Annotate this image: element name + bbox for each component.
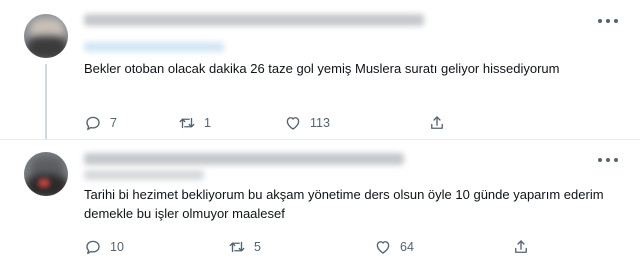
retweet-button[interactable]: 5 xyxy=(228,237,261,257)
reply-icon xyxy=(86,116,100,131)
tweet-actions: 7 1 113 xyxy=(84,113,534,133)
tweet-actions: 10 5 64 xyxy=(84,237,534,257)
heart-icon xyxy=(376,241,390,254)
like-count: 64 xyxy=(400,240,414,254)
tweet-text: Bekler otoban olacak dakika 26 taze gol … xyxy=(84,61,560,76)
more-horizontal-icon[interactable] xyxy=(598,157,618,163)
blurred-author-handle xyxy=(84,170,204,180)
share-icon xyxy=(431,116,443,129)
like-count: 113 xyxy=(310,116,330,130)
retweet-count: 5 xyxy=(254,240,261,254)
retweet-icon xyxy=(229,241,245,253)
share-button[interactable] xyxy=(428,113,446,133)
share-button[interactable] xyxy=(512,237,530,257)
reply-count: 10 xyxy=(110,240,124,254)
avatar[interactable] xyxy=(24,14,68,58)
tweet-text: Tarihi bi hezimet bekliyorum bu akşam yö… xyxy=(84,187,604,221)
tweet[interactable]: Tarihi bi hezimet bekliyorum bu akşam yö… xyxy=(0,140,640,273)
reply-icon xyxy=(86,240,100,255)
reply-button[interactable]: 10 xyxy=(84,237,124,257)
retweet-count: 1 xyxy=(204,116,211,130)
like-button[interactable]: 64 xyxy=(374,237,414,257)
thread-line xyxy=(45,64,47,140)
blurred-author-handle xyxy=(84,42,224,52)
heart-icon xyxy=(286,117,300,130)
retweet-icon xyxy=(179,117,195,129)
retweet-button[interactable]: 1 xyxy=(178,113,211,133)
blurred-author-name xyxy=(84,153,404,165)
blurred-author-name xyxy=(84,14,424,26)
tweet[interactable]: Bekler otoban olacak dakika 26 taze gol … xyxy=(0,0,640,140)
share-icon xyxy=(515,240,527,253)
like-button[interactable]: 113 xyxy=(284,113,330,133)
reply-count: 7 xyxy=(110,116,117,130)
more-horizontal-icon[interactable] xyxy=(598,18,618,24)
reply-button[interactable]: 7 xyxy=(84,113,117,133)
avatar[interactable] xyxy=(24,152,68,196)
